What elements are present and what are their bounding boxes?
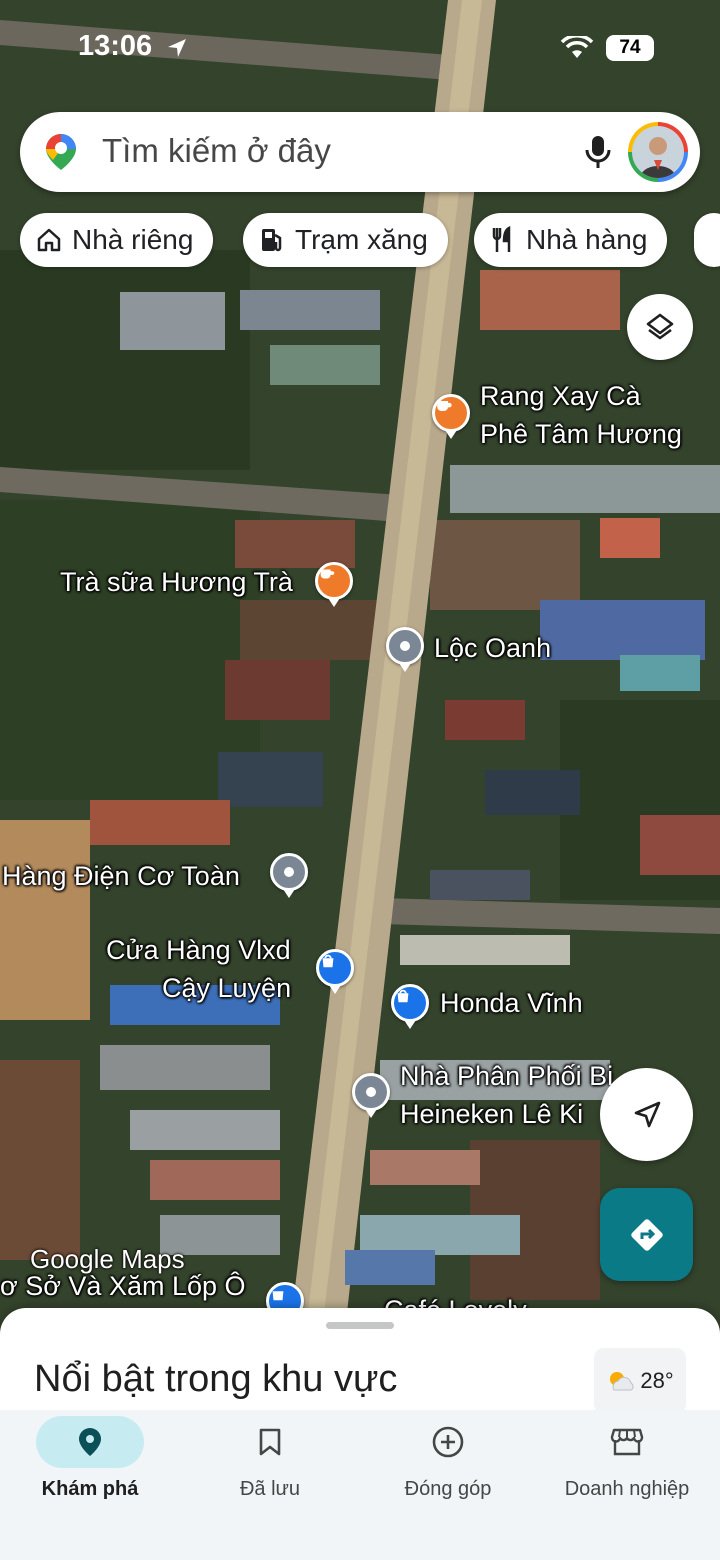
nav-saved[interactable]: Đã lưu (180, 1410, 360, 1560)
bookmark-icon (259, 1428, 281, 1456)
shopping-pin-icon[interactable] (391, 984, 429, 1029)
location-arrow-icon (166, 37, 188, 64)
microphone-icon[interactable] (583, 134, 613, 175)
nav-label: Đã lưu (239, 1478, 301, 1500)
poi-label-loc-oanh[interactable]: Lộc Oanh (434, 630, 551, 666)
nav-business[interactable]: Doanh nghiệp (537, 1410, 717, 1560)
nav-explore[interactable]: Khám phá (0, 1410, 180, 1560)
avatar-photo-icon (632, 126, 684, 178)
chip-gas-station[interactable]: Trạm xăng (243, 213, 448, 267)
chip-label: Trạm xăng (295, 224, 428, 255)
google-maps-logo-icon (44, 132, 78, 177)
place-pin-icon[interactable] (270, 853, 308, 898)
restaurant-icon (492, 226, 511, 252)
gas-station-icon (262, 229, 282, 252)
chip-more[interactable] (694, 213, 720, 267)
home-icon (37, 228, 61, 252)
nav-contribute[interactable]: Đóng góp (358, 1410, 538, 1560)
place-pin-icon[interactable] (352, 1073, 390, 1118)
battery-indicator: 74 (606, 35, 654, 61)
chip-label: Nhà hàng (526, 224, 648, 255)
poi-label-rang-xay-line1[interactable]: Rang Xay Cà (480, 378, 641, 414)
nav-label: Khám phá (41, 1478, 139, 1500)
temperature: 28° (640, 1368, 674, 1393)
sheet-drag-handle[interactable] (326, 1322, 394, 1329)
chip-label: Nhà riêng (72, 224, 194, 255)
search-bar[interactable]: Tìm kiếm ở đây (20, 112, 700, 192)
place-pin-icon[interactable] (386, 627, 424, 672)
poi-label-honda[interactable]: Honda Vĩnh (440, 985, 583, 1021)
cafe-pin-icon[interactable] (432, 394, 470, 439)
poi-label-cua-hang-line2[interactable]: Cậy Luyện (162, 970, 291, 1006)
status-time: 13:06 (78, 30, 153, 62)
directions-icon (630, 1218, 663, 1251)
nav-label: Đóng góp (404, 1478, 492, 1500)
poi-label-tra-sua[interactable]: Trà sữa Hương Trà (60, 564, 293, 600)
cafe-pin-icon[interactable] (315, 562, 353, 607)
poi-label-rang-xay-line2[interactable]: Phê Tâm Hương (480, 416, 682, 452)
wifi-icon (560, 34, 594, 65)
poi-label-nha-phan-phoi-line2[interactable]: Heineken Lê Ki (400, 1096, 583, 1132)
navigation-arrow-icon (634, 1101, 660, 1127)
weather-badge[interactable]: 28° (594, 1348, 686, 1414)
search-input[interactable]: Tìm kiếm ở đây (102, 132, 331, 170)
sheet-title: Nổi bật trong khu vực (34, 1358, 398, 1400)
chip-restaurant[interactable]: Nhà hàng (474, 213, 668, 267)
poi-label-nha-phan-phoi-line1[interactable]: Nhà Phân Phối Bi (400, 1058, 613, 1094)
layers-button[interactable] (627, 294, 693, 360)
avatar[interactable] (628, 122, 688, 182)
explore-pin-icon (79, 1428, 101, 1456)
poi-label-hang-dien[interactable]: Hàng Điện Cơ Toàn (2, 858, 240, 894)
poi-label-cua-hang-line1[interactable]: Cửa Hàng Vlxd (106, 932, 291, 968)
bottom-navigation: Khám phá Đã lưu Đóng góp Doanh nghiệp (0, 1410, 720, 1560)
add-circle-icon (432, 1426, 464, 1458)
shopping-pin-icon[interactable] (316, 949, 354, 994)
my-location-button[interactable] (600, 1068, 693, 1161)
nav-label: Doanh nghiệp (564, 1478, 690, 1500)
directions-button[interactable] (600, 1188, 693, 1281)
google-maps-watermark: Google Maps (30, 1244, 185, 1274)
chip-home[interactable]: Nhà riêng (20, 213, 214, 267)
layers-icon (646, 313, 674, 340)
status-bar: 13:06 74 (0, 0, 720, 100)
storefront-icon (610, 1428, 644, 1456)
partly-cloudy-icon (610, 1372, 634, 1391)
